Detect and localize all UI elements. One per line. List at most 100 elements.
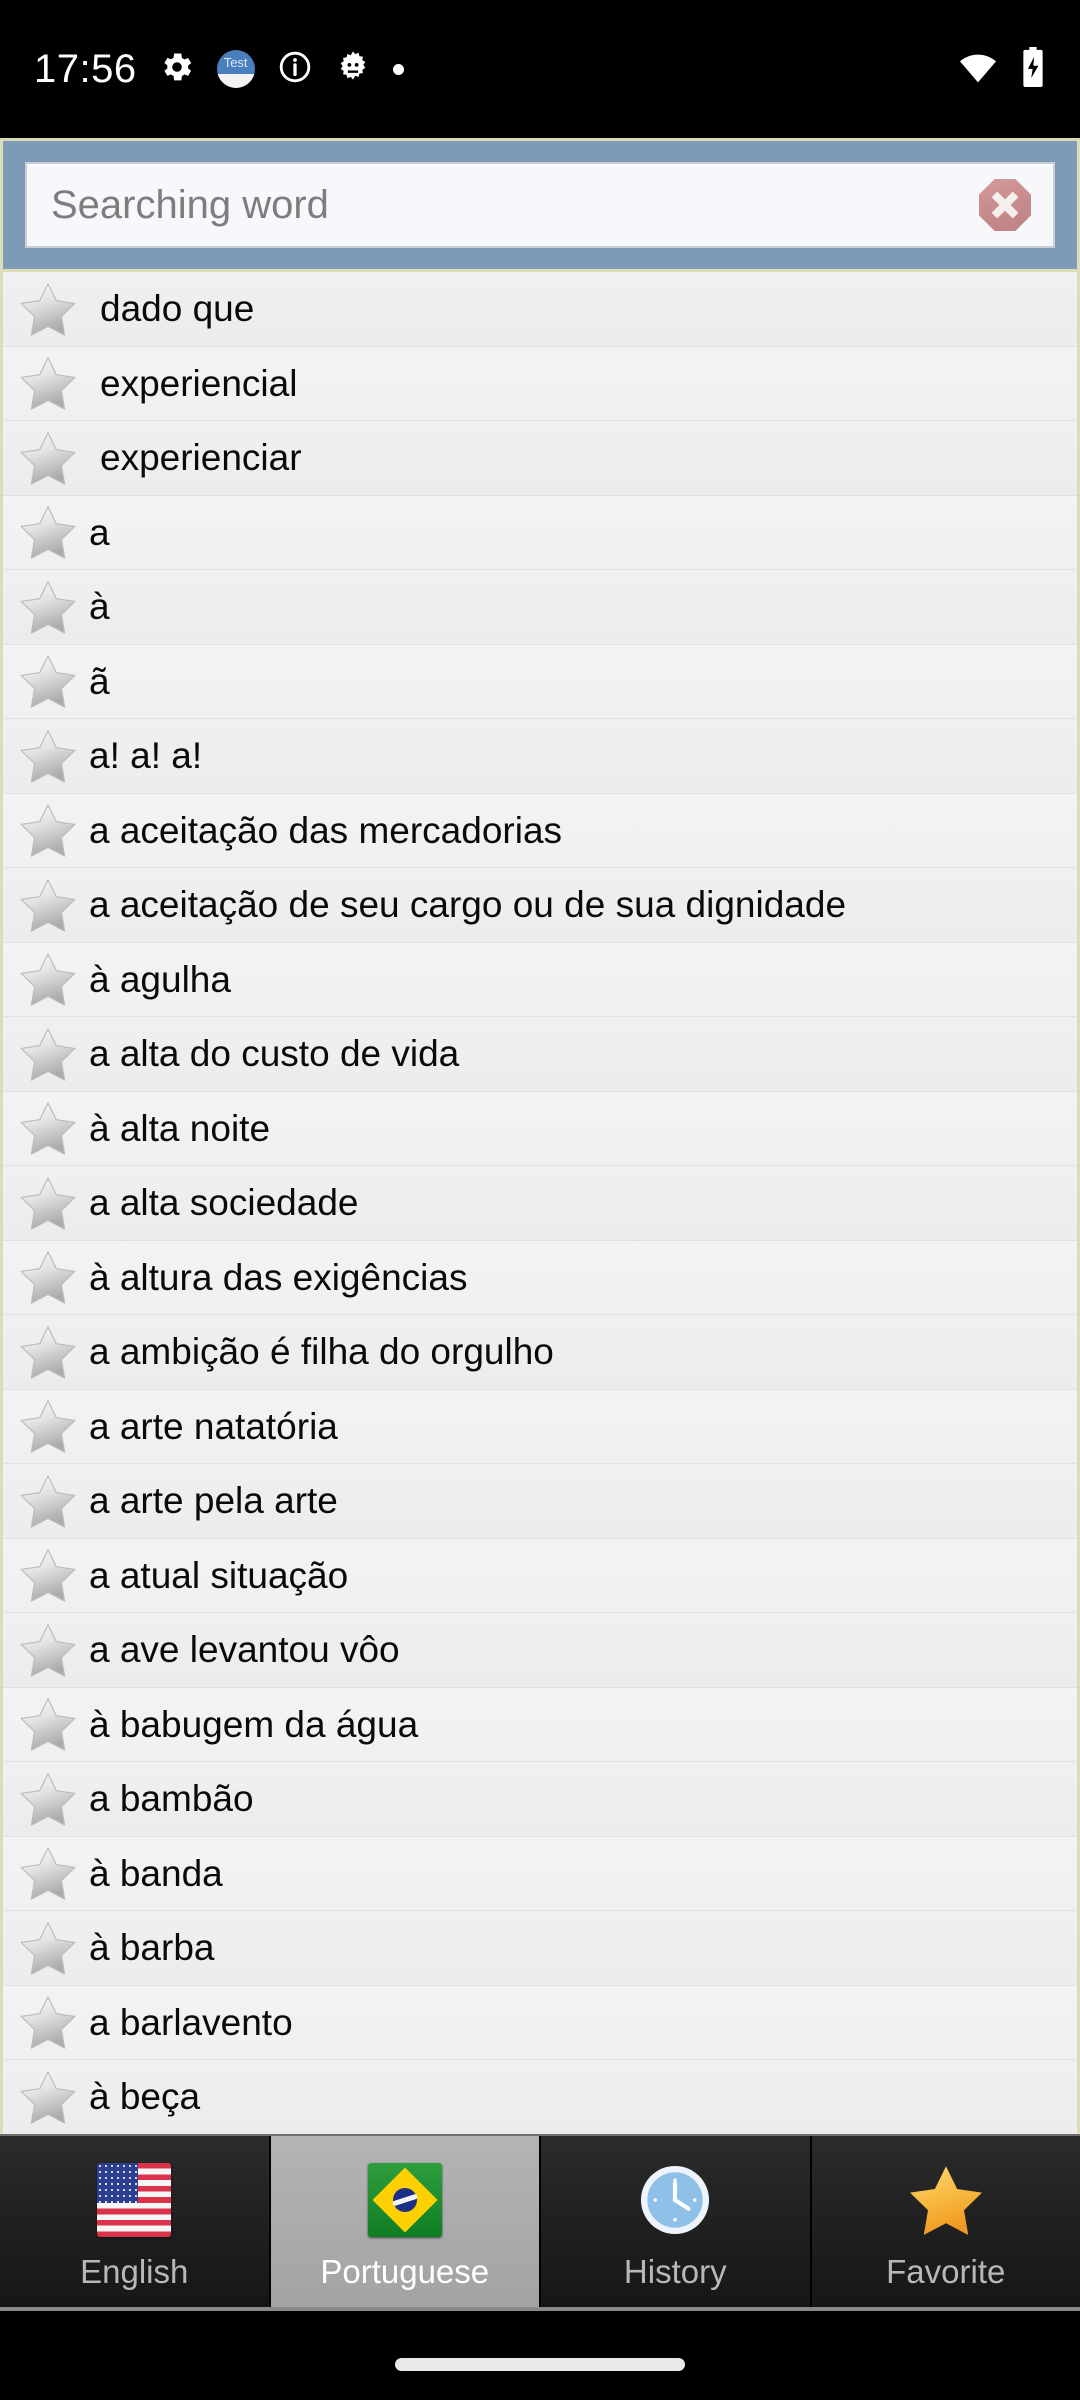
list-item-label: a alta sociedade [89, 1182, 359, 1224]
favorite-star-outline-icon [20, 283, 76, 336]
list-item-label: experiencial [100, 362, 298, 404]
favorite-star-icon[interactable] [17, 1621, 79, 1679]
list-item[interactable]: experienciar [3, 421, 1077, 496]
test-app-icon: Test [216, 50, 255, 88]
favorite-star-outline-icon [20, 655, 76, 708]
dot-icon [392, 63, 404, 75]
list-item[interactable]: a aceitação das mercadorias [3, 793, 1077, 868]
list-item[interactable]: à babugem da água [3, 1687, 1077, 1762]
list-item[interactable]: a alta sociedade [3, 1166, 1077, 1241]
favorite-star-icon[interactable] [17, 1397, 79, 1455]
list-item-label: a [89, 511, 110, 553]
favorite-star-icon[interactable] [17, 1472, 79, 1530]
favorite-star-icon[interactable] [17, 876, 79, 934]
list-item[interactable]: a aceitação de seu cargo ou de sua digni… [3, 868, 1077, 943]
list-item-label: a! a! a! [89, 735, 203, 777]
favorite-star-icon[interactable] [17, 801, 79, 859]
list-item[interactable]: experiencial [3, 346, 1077, 421]
list-item[interactable]: a arte natatória [3, 1389, 1077, 1464]
list-item[interactable]: a! a! a! [3, 719, 1077, 794]
tab-favorite[interactable]: Favorite [811, 2136, 1080, 2307]
favorite-star-icon[interactable] [17, 1546, 79, 1604]
favorite-star-icon[interactable] [17, 1174, 79, 1232]
list-item[interactable]: a [3, 495, 1077, 570]
list-item[interactable]: à banda [3, 1836, 1077, 1911]
word-list[interactable]: dado que experiencial experienciar a à ã a! a!… [0, 272, 1080, 2134]
list-item[interactable]: a arte pela arte [3, 1464, 1077, 1539]
favorite-star-outline-icon [20, 1624, 76, 1677]
list-item[interactable]: à altura das exigências [3, 1240, 1077, 1315]
phone-screen: 17:56 Test Searching word dado que exper… [0, 0, 1080, 2400]
list-item[interactable]: à alta noite [3, 1091, 1077, 1166]
favorite-star-icon[interactable] [17, 1323, 79, 1381]
sun-gear-icon [335, 49, 371, 90]
test-app-icon-label: Test [223, 55, 248, 70]
list-item[interactable]: à agulha [3, 942, 1077, 1017]
list-item[interactable]: a bambão [3, 1762, 1077, 1837]
us-flag-icon-wrap [97, 2159, 172, 2241]
favorite-star-icon[interactable] [17, 2068, 79, 2126]
list-item-label: a bambão [89, 1778, 254, 1820]
tab-label: Portuguese [320, 2252, 490, 2290]
list-item-label: a aceitação das mercadorias [89, 809, 563, 851]
gear-icon [159, 49, 195, 90]
list-item-label: a arte pela arte [89, 1480, 338, 1522]
list-item-label: à agulha [89, 958, 231, 1000]
list-item[interactable]: dado que [3, 272, 1077, 347]
list-item[interactable]: à [3, 570, 1077, 645]
favorite-star-outline-icon [20, 1698, 76, 1751]
tab-label: Favorite [886, 2252, 1006, 2290]
favorite-star-icon[interactable] [17, 280, 79, 338]
list-item[interactable]: ã [3, 644, 1077, 719]
list-item-label: a alta do custo de vida [89, 1033, 460, 1075]
tab-english[interactable]: English [0, 2136, 271, 2307]
home-gesture-pill[interactable] [395, 2357, 685, 2371]
list-item[interactable]: a barlavento [3, 1985, 1077, 2060]
favorite-star-outline-icon [20, 432, 76, 485]
favorite-star-icon[interactable] [17, 1099, 79, 1157]
favorite-star-outline-icon [20, 1996, 76, 2049]
favorite-star-outline-icon [20, 953, 76, 1006]
favorite-star-icon[interactable] [17, 1844, 79, 1902]
list-item[interactable]: à barba [3, 1911, 1077, 1986]
list-item-label: a barlavento [89, 2001, 293, 2043]
list-item[interactable]: a atual situação [3, 1538, 1077, 1613]
tab-portuguese[interactable]: Portuguese [270, 2136, 541, 2307]
close-x-glyph [990, 190, 1020, 220]
system-navigation-bar [0, 2311, 1080, 2400]
list-item[interactable]: a alta do custo de vida [3, 1017, 1077, 1092]
favorite-star-icon[interactable] [17, 578, 79, 636]
favorite-star-outline-icon [20, 1102, 76, 1155]
list-item-label: à babugem da água [89, 1703, 419, 1745]
favorite-star-icon[interactable] [17, 950, 79, 1008]
tab-history[interactable]: History [541, 2136, 812, 2307]
favorite-star-outline-icon [20, 1326, 76, 1379]
favorite-star-icon[interactable] [17, 503, 79, 561]
favorite-star-icon[interactable] [17, 354, 79, 412]
favorite-star-outline-icon [20, 1400, 76, 1453]
list-item-label: ã [89, 660, 110, 702]
search-input[interactable] [27, 164, 1053, 246]
list-item-label: à altura das exigências [89, 1256, 468, 1298]
list-item[interactable]: a ambição é filha do orgulho [3, 1315, 1077, 1390]
list-item[interactable]: à beça [3, 2060, 1077, 2134]
list-item-label: à alta noite [89, 1107, 271, 1149]
favorite-star-icon[interactable] [17, 1919, 79, 1977]
favorite-star-icon[interactable] [17, 727, 79, 785]
battery-charging-icon [1020, 46, 1046, 92]
favorite-star-icon[interactable] [17, 1025, 79, 1083]
search-box[interactable] [25, 162, 1055, 248]
favorite-star-icon[interactable] [17, 1993, 79, 2051]
star-icon [909, 2165, 982, 2235]
favorite-star-icon[interactable] [17, 1770, 79, 1828]
tab-label: History [623, 2252, 727, 2290]
favorite-star-outline-icon [20, 879, 76, 932]
favorite-star-icon[interactable] [17, 429, 79, 487]
favorite-star-icon[interactable] [17, 652, 79, 710]
favorite-star-icon[interactable] [17, 1248, 79, 1306]
clear-search-button[interactable] [977, 177, 1033, 233]
list-item[interactable]: a ave levantou vôo [3, 1613, 1077, 1688]
status-clock: 17:56 [34, 46, 137, 91]
favorite-star-icon[interactable] [17, 1695, 79, 1753]
list-item-label: à banda [89, 1852, 223, 1894]
